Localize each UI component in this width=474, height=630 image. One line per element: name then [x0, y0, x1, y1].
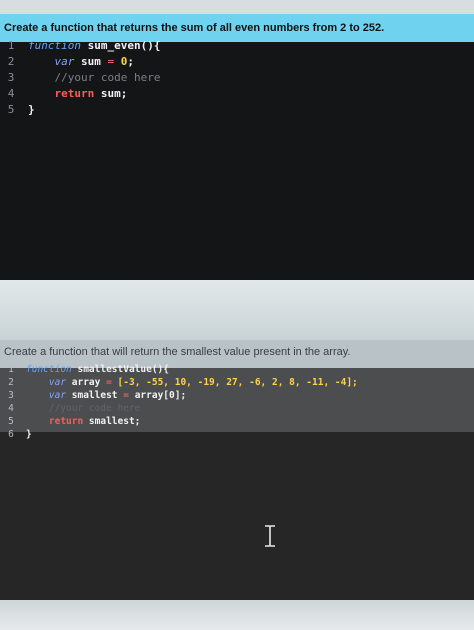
code-line[interactable]: 4 return sum; [0, 86, 474, 102]
line-number: 5 [8, 416, 14, 427]
code-text: return smallest; [26, 415, 141, 428]
code-token: ; [127, 55, 134, 68]
code-line[interactable]: 4 //your code here [0, 402, 474, 415]
code-text: //your code here [26, 402, 141, 415]
code-text: //your code here [28, 70, 160, 86]
code-token: function [26, 364, 72, 375]
code-text: var smallest = array[0]; [26, 389, 186, 402]
divider [0, 280, 474, 340]
code-token: smallest [66, 390, 124, 401]
code-token: 0 [114, 55, 128, 68]
question-1-prompt: Create a function that returns the sum o… [4, 22, 385, 34]
code-token: smallest; [83, 416, 141, 427]
code-token: return [26, 416, 84, 427]
code-line[interactable]: 2 var sum = 0; [0, 54, 474, 70]
code-token: var [26, 377, 67, 388]
code-line[interactable]: 3 //your code here [0, 70, 474, 86]
code-token: array[0]; [128, 390, 187, 401]
text-cursor-icon [265, 525, 275, 547]
code-token: sum; [94, 87, 128, 100]
code-text: var sum = 0; [28, 54, 134, 70]
code-text: function smallestValue(){ [26, 363, 169, 376]
code-token: } [28, 103, 35, 116]
code-token: return [28, 87, 95, 100]
code-token: array [66, 377, 107, 388]
code-line[interactable]: 2 var array = [-3, -55, 10, -19, 27, -6,… [0, 376, 474, 389]
line-number: 4 [8, 403, 14, 414]
line-number: 1 [8, 364, 14, 375]
code-text: return sum; [28, 86, 127, 102]
code-editor-2[interactable] [0, 432, 474, 600]
code-token: function [28, 39, 81, 52]
code-token: sum_even(){ [80, 39, 161, 52]
line-number: 2 [7, 55, 15, 68]
code-token: var [26, 390, 67, 401]
code-line[interactable]: 5} [0, 102, 474, 118]
code-token: } [26, 429, 32, 440]
code-line[interactable]: 1 function smallestValue(){ [0, 363, 474, 376]
code-text: } [28, 102, 35, 118]
line-number: 1 [7, 39, 15, 52]
code-line[interactable]: 5 return smallest; [0, 415, 474, 428]
line-number: 2 [8, 377, 14, 388]
code-text: } [26, 428, 32, 441]
line-number: 5 [7, 103, 15, 116]
code-text: var array = [-3, -55, 10, -19, 27, -6, 2… [26, 376, 358, 389]
line-number: 3 [7, 71, 15, 84]
page-footer [0, 600, 474, 630]
code-token: //your code here [26, 403, 141, 414]
code-token: [-3, -55, 10, -19, 27, -6, 2, 8, -11, -4… [111, 377, 358, 388]
question-2-prompt: Create a function that will return the s… [4, 346, 351, 358]
code-token: var [28, 55, 75, 68]
code-line[interactable]: 1 function sum_even(){ [0, 38, 474, 54]
code-line[interactable]: 6} [0, 428, 474, 441]
line-number: 4 [7, 87, 15, 100]
code-token: //your code here [28, 71, 161, 84]
line-number: 6 [8, 429, 14, 440]
code-line[interactable]: 3 var smallest = array[0]; [0, 389, 474, 402]
code-token: sum [74, 55, 108, 68]
code-text: function sum_even(){ [28, 38, 160, 54]
line-number: 3 [8, 390, 14, 401]
code-token: smallestValue(){ [71, 364, 169, 375]
